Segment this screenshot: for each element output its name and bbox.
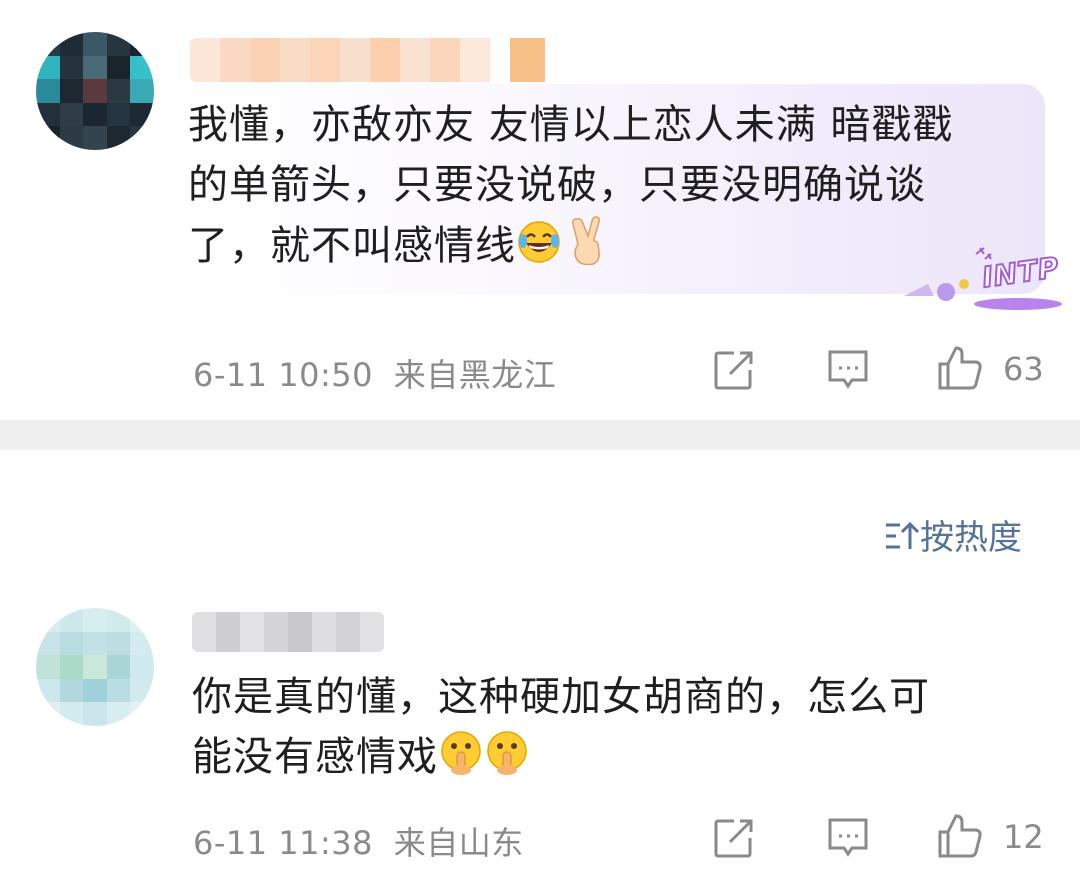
comment-line: 能没有感情戏	[192, 727, 1052, 793]
comment-meta: 6-11 11:38 来自山东	[193, 818, 524, 864]
comment-line: 你是真的懂，这种硬加女胡商的，怎么可	[192, 674, 930, 720]
comment-text: 你是真的懂，这种硬加女胡商的，怎么可 能没有感情戏	[192, 667, 1052, 793]
laugh-cry-emoji	[516, 219, 562, 282]
comment-time: 6-11 11:38	[193, 824, 374, 862]
reply-icon[interactable]	[826, 816, 870, 864]
shushing-face-emoji	[438, 730, 484, 793]
shushing-face-emoji	[484, 730, 530, 793]
reply-icon[interactable]	[826, 348, 870, 396]
comment-line: 的单箭头，只要没说破，只要没明确说谈	[188, 162, 926, 208]
like-count: 12	[1003, 818, 1044, 856]
comment-location: 来自黑龙江	[393, 356, 557, 394]
avatar[interactable]	[36, 32, 154, 150]
sort-label: 按热度	[920, 518, 1022, 558]
share-icon[interactable]	[712, 816, 756, 864]
comment-meta: 6-11 10:50 来自黑龙江	[193, 350, 556, 396]
victory-hand-emoji	[562, 215, 608, 282]
avatar[interactable]	[36, 608, 154, 726]
like-icon[interactable]	[936, 812, 984, 864]
share-icon[interactable]	[712, 348, 756, 396]
sort-by-hot-button[interactable]: 按热度	[884, 510, 1022, 562]
intp-badge: INTP	[898, 240, 1068, 312]
like-icon[interactable]	[936, 344, 984, 396]
sort-icon	[884, 519, 920, 562]
section-divider	[0, 420, 1080, 450]
comment-location: 来自山东	[393, 824, 524, 862]
username-blurred[interactable]	[190, 38, 555, 82]
username-blurred[interactable]	[192, 612, 384, 652]
like-count: 63	[1003, 350, 1044, 388]
comment-line: 我懂，亦敌亦友 友情以上恋人未满 暗戳戳	[188, 102, 954, 148]
comment-time: 6-11 10:50	[193, 356, 374, 394]
